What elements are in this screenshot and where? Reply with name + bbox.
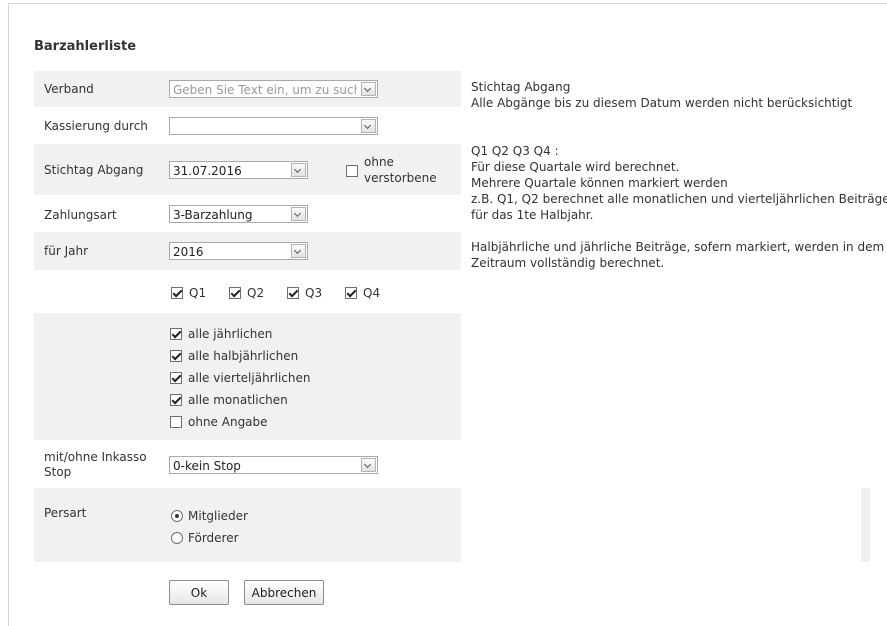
q4-label: Q4: [363, 286, 381, 300]
ohne-verstorbene-label-1: ohne: [364, 155, 394, 169]
info-quartale: Q1 Q2 Q3 Q4 : Für diese Quartale wird be…: [471, 143, 887, 223]
q4-checkbox[interactable]: [345, 287, 357, 299]
info-quartal-line: Für diese Quartale wird berechnet.: [471, 160, 680, 174]
q2-checkbox[interactable]: [229, 287, 241, 299]
row-persart: Persart: [34, 488, 461, 562]
chevron-down-icon[interactable]: [361, 119, 376, 133]
verband-label: Verband: [44, 82, 94, 96]
vierteljaehrlich-label: alle vierteljährlichen: [188, 371, 311, 385]
q1-checkbox[interactable]: [171, 287, 183, 299]
chevron-down-icon[interactable]: [291, 244, 306, 258]
info-stichtag: Stichtag Abgang Alle Abgänge bis zu dies…: [471, 79, 852, 111]
vierteljaehrlich-checkbox[interactable]: [170, 372, 182, 384]
info-stichtag-title: Stichtag Abgang: [471, 80, 571, 94]
zahlungsart-value: 3-Barzahlung: [173, 208, 253, 222]
info-halbjahr: Halbjährliche und jährliche Beiträge, so…: [471, 239, 884, 271]
inkasso-label-2: Stop: [44, 465, 72, 479]
ohne-angabe-checkbox[interactable]: [170, 416, 182, 428]
verband-placeholder: Geben Sie Text ein, um zu suchen: [173, 83, 357, 97]
inkasso-label-1: mit/ohne Inkasso: [44, 450, 147, 464]
chevron-down-icon[interactable]: [291, 207, 306, 221]
ohne-angabe-label: ohne Angabe: [188, 415, 268, 429]
inkasso-select[interactable]: 0-kein Stop: [169, 456, 378, 474]
jahr-value: 2016: [173, 245, 204, 259]
cancel-button[interactable]: Abbrechen: [244, 580, 324, 605]
chevron-down-icon[interactable]: [361, 458, 376, 472]
jaehrlich-checkbox[interactable]: [170, 328, 182, 340]
mitglieder-radio[interactable]: [171, 510, 183, 522]
info-quartal-line: Mehrere Quartale können markiert werden: [471, 176, 728, 190]
halbjaehrlich-checkbox[interactable]: [170, 350, 182, 362]
stichtag-label: Stichtag Abgang: [44, 163, 144, 177]
foerderer-label: Förderer: [188, 531, 239, 545]
kassierung-label: Kassierung durch: [44, 119, 148, 133]
q1-label: Q1: [189, 286, 207, 300]
info-quartal-line: z.B. Q1, Q2 berechnet alle monatlichen u…: [471, 192, 887, 206]
persart-label: Persart: [44, 506, 87, 520]
scrollbar[interactable]: [861, 488, 870, 562]
zahlungsart-label: Zahlungsart: [44, 208, 117, 222]
foerderer-radio[interactable]: [171, 532, 183, 544]
stichtag-date-select[interactable]: 31.07.2016: [169, 161, 308, 179]
page-title: Barzahlerliste: [34, 39, 137, 54]
q2-label: Q2: [247, 286, 265, 300]
jahr-select[interactable]: 2016: [169, 242, 308, 260]
info-stichtag-text: Alle Abgänge bis zu diesem Datum werden …: [471, 96, 853, 110]
q3-label: Q3: [305, 286, 323, 300]
chevron-down-icon[interactable]: [291, 163, 306, 177]
jahr-label: für Jahr: [44, 244, 89, 258]
inkasso-value: 0-kein Stop: [173, 459, 241, 473]
monatlich-label: alle monatlichen: [188, 393, 288, 407]
q3-checkbox[interactable]: [287, 287, 299, 299]
info-halbjahr-line: Zeitraum vollständig berechnet.: [471, 256, 665, 270]
info-quartal-line: für das 1te Halbjahr.: [471, 208, 594, 222]
jaehrlich-label: alle jährlichen: [188, 327, 273, 341]
verband-search-select[interactable]: Geben Sie Text ein, um zu suchen: [169, 80, 378, 98]
zahlungsart-select[interactable]: 3-Barzahlung: [169, 205, 308, 223]
stichtag-value: 31.07.2016: [173, 164, 242, 178]
monatlich-checkbox[interactable]: [170, 394, 182, 406]
ok-button[interactable]: Ok: [169, 580, 229, 605]
halbjaehrlich-label: alle halbjährlichen: [188, 349, 299, 363]
ohne-verstorbene-label-2: verstorbene: [364, 171, 437, 185]
ohne-verstorbene-checkbox[interactable]: [346, 165, 358, 177]
info-halbjahr-line: Halbjährliche und jährliche Beiträge, so…: [471, 240, 885, 254]
chevron-down-icon[interactable]: [361, 82, 376, 96]
kassierung-select[interactable]: [169, 117, 378, 135]
info-quartal-line: Q1 Q2 Q3 Q4 :: [471, 144, 559, 158]
mitglieder-label: Mitglieder: [188, 509, 248, 523]
